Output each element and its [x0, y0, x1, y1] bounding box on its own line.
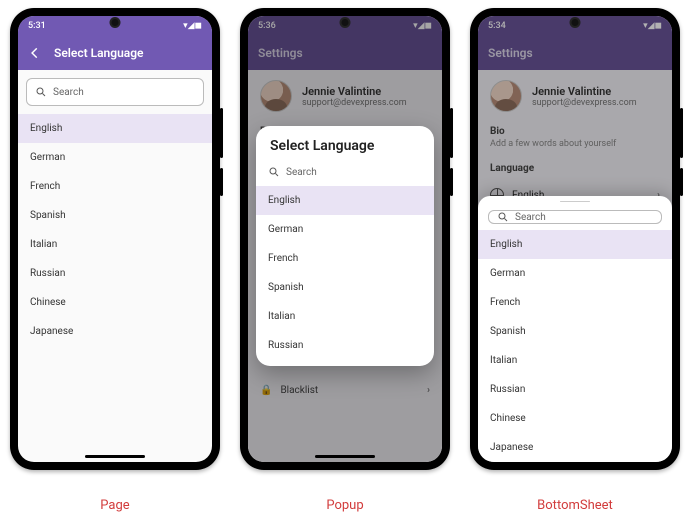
list-item[interactable]: French — [256, 244, 434, 273]
list-item[interactable]: Chinese — [478, 404, 672, 433]
page-title: Select Language — [54, 46, 144, 60]
search-icon — [268, 166, 280, 178]
list-item[interactable]: Spanish — [256, 273, 434, 302]
list-item[interactable]: French — [478, 288, 672, 317]
list-item[interactable]: Spanish — [18, 201, 212, 230]
list-item[interactable]: English — [18, 114, 212, 143]
popup-dialog: Select Language Search English German Fr… — [256, 126, 434, 366]
language-list: English German French Spanish Italian Ru… — [18, 114, 212, 346]
search-placeholder: Search — [515, 212, 546, 223]
search-input[interactable]: Search — [26, 78, 204, 106]
list-item[interactable]: German — [18, 143, 212, 172]
list-item[interactable]: French — [18, 172, 212, 201]
list-item[interactable]: Russian — [18, 259, 212, 288]
list-item[interactable]: English — [256, 186, 434, 215]
bottom-sheet: Search English German French Spanish Ita… — [478, 196, 672, 462]
language-list: English German French Spanish Italian Ru… — [256, 186, 434, 360]
search-icon — [497, 211, 509, 223]
phone-page: 5:31 ▾◢◼ Select Language Search English … — [10, 8, 220, 470]
list-item[interactable]: English — [478, 230, 672, 259]
nav-pill[interactable] — [85, 455, 145, 458]
caption-popup: Popup — [240, 480, 450, 513]
search-icon — [35, 86, 47, 98]
list-item[interactable]: German — [256, 215, 434, 244]
list-item[interactable]: Japanese — [478, 433, 672, 462]
status-bar: 5:31 ▾◢◼ — [18, 16, 212, 36]
list-item[interactable]: Russian — [256, 331, 434, 360]
sheet-handle[interactable] — [560, 201, 590, 202]
popup-title: Select Language — [256, 126, 434, 158]
phone-popup: 5:36 ▾◢◼ Settings Jennie Valintine suppo… — [240, 8, 450, 470]
status-time: 5:31 — [28, 21, 46, 31]
list-item[interactable]: Italian — [256, 302, 434, 331]
list-item[interactable]: Japanese — [18, 317, 212, 346]
search-placeholder: Search — [53, 87, 84, 98]
list-item[interactable]: Russian — [478, 375, 672, 404]
app-bar: Select Language — [18, 36, 212, 70]
language-list: English German French Spanish Italian Ru… — [478, 230, 672, 462]
status-icons: ▾◢◼ — [183, 21, 202, 31]
list-item[interactable]: Italian — [478, 346, 672, 375]
list-item[interactable]: German — [478, 259, 672, 288]
search-input[interactable]: Search — [488, 210, 662, 224]
back-icon[interactable] — [28, 46, 42, 60]
phone-bottomsheet: 5:34 ▾◢◼ Settings Jennie Valintine suppo… — [470, 8, 680, 470]
caption-page: Page — [10, 480, 220, 513]
list-item[interactable]: Italian — [18, 230, 212, 259]
caption-bottomsheet: BottomSheet — [470, 480, 680, 513]
list-item[interactable]: Chinese — [18, 288, 212, 317]
list-item[interactable]: Spanish — [478, 317, 672, 346]
search-placeholder: Search — [286, 167, 317, 178]
search-input[interactable]: Search — [260, 158, 430, 186]
